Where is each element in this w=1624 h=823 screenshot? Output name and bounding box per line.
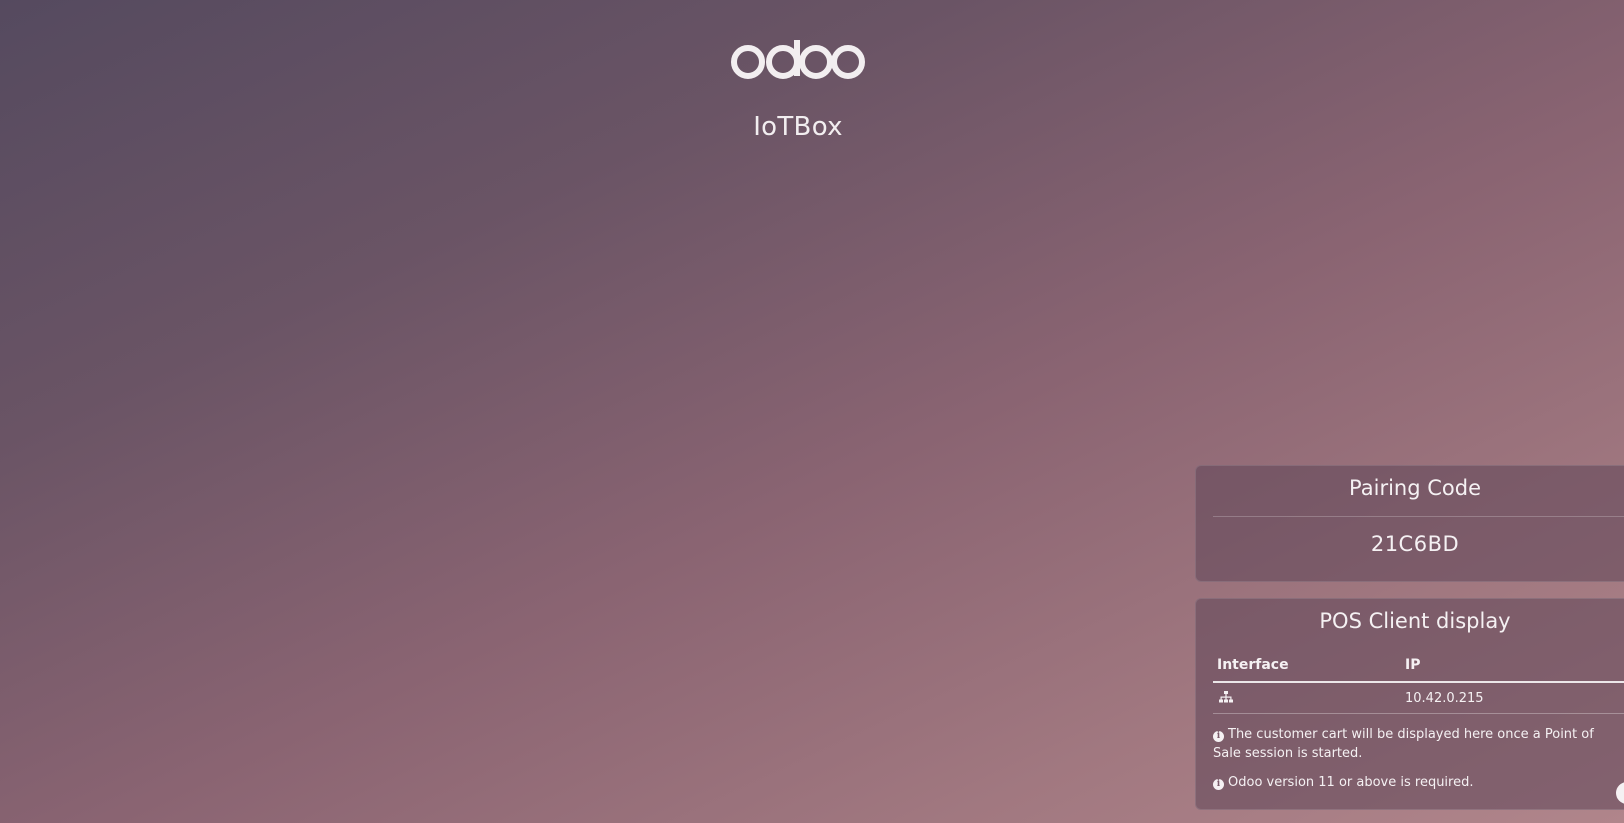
info-note-text: Odoo version 11 or above is required. [1228, 775, 1474, 790]
info-note: i The customer cart will be displayed her… [1213, 725, 1614, 763]
info-icon: i [1213, 731, 1224, 742]
pairing-code-title: Pairing Code [1349, 476, 1481, 500]
interface-column-header: Interface [1213, 655, 1401, 683]
iotbox-screen: IoTBox Pairing Code 21C6BD POS Client di… [0, 0, 1624, 823]
network-icon [1219, 691, 1233, 703]
ip-cell: 10.42.0.215 [1401, 682, 1624, 714]
pairing-code-panel: Pairing Code 21C6BD [1195, 465, 1624, 582]
interface-table: Interface IP 10.42.0.215 [1213, 655, 1624, 714]
pos-client-display-panel: POS Client display Interface IP 10.42.0.… [1195, 598, 1624, 810]
table-header-row: Interface IP [1213, 655, 1624, 683]
odoo-logo [731, 40, 865, 79]
info-icon: i [1213, 779, 1224, 790]
odoo-logo-wrap [0, 36, 1596, 86]
info-note: i Odoo version 11 or above is required. [1213, 773, 1614, 792]
product-name: IoTBox [753, 112, 843, 142]
info-note-text: The customer cart will be displayed here… [1213, 727, 1594, 761]
pos-client-display-title: POS Client display [1319, 609, 1511, 633]
ip-column-header: IP [1401, 655, 1624, 683]
interface-cell [1213, 682, 1401, 714]
pairing-code-value: 21C6BD [1370, 532, 1460, 556]
divider [1213, 516, 1624, 517]
table-row: 10.42.0.215 [1213, 682, 1624, 714]
